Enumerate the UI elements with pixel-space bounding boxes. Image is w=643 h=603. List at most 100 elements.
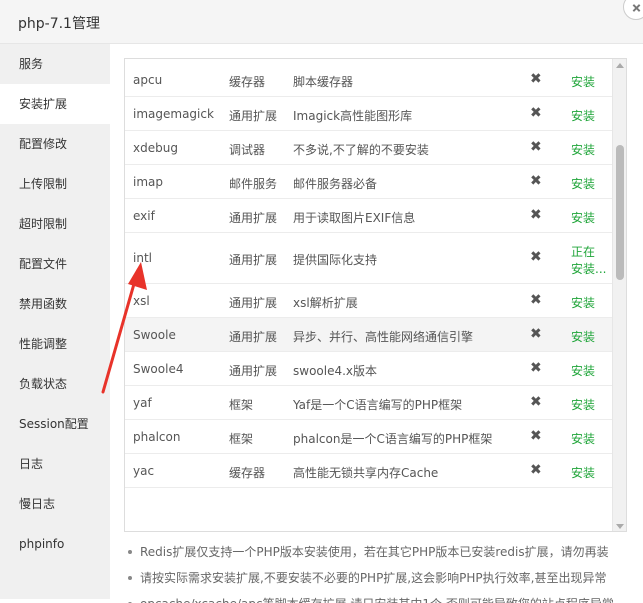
sidebar: 服务 安装扩展 配置修改 上传限制 超时限制 配置文件 禁用函数 性能调整 负载… xyxy=(0,44,110,599)
ext-type: 调试器 xyxy=(229,143,266,157)
title-bar: php-7.1管理 xyxy=(0,0,643,44)
ext-type: 邮件服务 xyxy=(229,177,278,191)
ext-name: yaf xyxy=(133,396,152,410)
ext-type: 通用扩展 xyxy=(229,253,278,267)
table-row: xdebug 调试器 不多说,不了解的不要安装 ✖ 安装 xyxy=(125,131,613,165)
install-button[interactable]: 安装 xyxy=(571,107,595,124)
ext-desc: Imagick高性能图形库 xyxy=(293,109,413,123)
ext-name: apcu xyxy=(133,73,163,87)
ext-desc: 脚本缓存器 xyxy=(293,75,354,89)
note-item: opcache/xcache/apc等脚本缓存扩展,请只安装其中1个,否则可能导… xyxy=(124,592,634,603)
table-row: imagemagick 通用扩展 Imagick高性能图形库 ✖ 安装 xyxy=(125,97,613,131)
table-row: phalcon 框架 phalcon是一个C语言编写的PHP框架 ✖ 安装 xyxy=(125,420,613,454)
install-button[interactable]: 安装 xyxy=(571,328,595,345)
scroll-up-arrow-icon[interactable] xyxy=(616,63,624,68)
note-item: Redis扩展仅支持一个PHP版本安装使用，若在其它PHP版本已安装redis扩… xyxy=(124,540,634,566)
sidebar-item-load-status[interactable]: 负载状态 xyxy=(0,364,110,404)
ext-name: yac xyxy=(133,464,155,478)
table-row: yac 缓存器 高性能无锁共享内存Cache ✖ 安装 xyxy=(125,454,613,488)
sidebar-item-config-edit[interactable]: 配置修改 xyxy=(0,124,110,164)
ext-type: 通用扩展 xyxy=(229,364,278,378)
sidebar-item-timeout-limit[interactable]: 超时限制 xyxy=(0,204,110,244)
table-row: xsl 通用扩展 xsl解析扩展 ✖ 安装 xyxy=(125,284,613,318)
ext-desc: Yaf是一个C语言编写的PHP框架 xyxy=(293,398,463,412)
table-row: Swoole 通用扩展 异步、并行、高性能网络通信引擎 ✖ 安装 xyxy=(125,318,613,352)
installing-status: 正在 xyxy=(571,245,596,259)
scroll-down-arrow-icon[interactable] xyxy=(616,524,624,529)
sidebar-item-services[interactable]: 服务 xyxy=(0,44,110,84)
ext-type: 缓存器 xyxy=(229,466,266,480)
not-installed-icon: ✖ xyxy=(530,428,542,444)
table-row: intl 通用扩展 提供国际化支持 ✖ 正在 安装... xyxy=(125,233,613,284)
ext-desc: 用于读取图片EXIF信息 xyxy=(293,211,416,225)
ext-desc: 邮件服务器必备 xyxy=(293,177,378,191)
ext-desc: 高性能无锁共享内存Cache xyxy=(293,466,439,480)
install-button[interactable]: 安装 xyxy=(571,141,595,158)
table-row: imap 邮件服务 邮件服务器必备 ✖ 安装 xyxy=(125,165,613,199)
ext-type: 框架 xyxy=(229,398,254,412)
not-installed-icon: ✖ xyxy=(530,462,542,478)
install-button[interactable]: 安装 xyxy=(571,396,595,413)
install-button[interactable]: 安装 xyxy=(571,362,595,379)
notes-list: Redis扩展仅支持一个PHP版本安装使用，若在其它PHP版本已安装redis扩… xyxy=(124,540,634,603)
ext-desc: swoole4.x版本 xyxy=(293,364,378,378)
ext-desc: 提供国际化支持 xyxy=(293,253,378,267)
installing-status-line2: 安装... xyxy=(571,262,607,276)
sidebar-item-upload-limit[interactable]: 上传限制 xyxy=(0,164,110,204)
ext-name: phalcon xyxy=(133,430,181,444)
sidebar-item-disabled-functions[interactable]: 禁用函数 xyxy=(0,284,110,324)
scrollbar[interactable] xyxy=(612,59,626,531)
not-installed-icon: ✖ xyxy=(530,292,542,308)
not-installed-icon: ✖ xyxy=(530,207,542,223)
not-installed-icon: ✖ xyxy=(530,249,542,265)
window-title: php-7.1管理 xyxy=(18,16,100,32)
sidebar-item-install-extensions[interactable]: 安装扩展 xyxy=(0,84,110,124)
extensions-table[interactable]: apcu 缓存器 脚本缓存器 ✖ 安装 imagemagick 通用扩展 Ima… xyxy=(124,58,627,532)
ext-desc: phalcon是一个C语言编写的PHP框架 xyxy=(293,432,493,446)
ext-name: imap xyxy=(133,175,163,189)
ext-name: xdebug xyxy=(133,141,178,155)
install-button[interactable]: 安装 xyxy=(571,464,595,481)
sidebar-item-session-config[interactable]: Session配置 xyxy=(0,404,110,444)
not-installed-icon: ✖ xyxy=(530,71,542,87)
install-button[interactable]: 安装 xyxy=(571,209,595,226)
not-installed-icon: ✖ xyxy=(530,105,542,121)
close-icon[interactable] xyxy=(623,0,643,20)
ext-desc: 异步、并行、高性能网络通信引擎 xyxy=(293,330,474,344)
ext-name: xsl xyxy=(133,294,150,308)
install-button[interactable]: 安装 xyxy=(571,73,595,90)
not-installed-icon: ✖ xyxy=(530,360,542,376)
install-button[interactable]: 安装 xyxy=(571,430,595,447)
table-row: yaf 框架 Yaf是一个C语言编写的PHP框架 ✖ 安装 xyxy=(125,386,613,420)
ext-name: Swoole4 xyxy=(133,362,184,376)
ext-name: imagemagick xyxy=(133,107,214,121)
ext-desc: 不多说,不了解的不要安装 xyxy=(293,143,429,157)
ext-name: exif xyxy=(133,209,155,223)
table-row: apcu 缓存器 脚本缓存器 ✖ 安装 xyxy=(125,63,613,97)
sidebar-item-phpinfo[interactable]: phpinfo xyxy=(0,524,110,564)
table-row: exif 通用扩展 用于读取图片EXIF信息 ✖ 安装 xyxy=(125,199,613,233)
not-installed-icon: ✖ xyxy=(530,173,542,189)
table-row: Swoole4 通用扩展 swoole4.x版本 ✖ 安装 xyxy=(125,352,613,386)
sidebar-item-slow-log[interactable]: 慢日志 xyxy=(0,484,110,524)
main-content: apcu 缓存器 脚本缓存器 ✖ 安装 imagemagick 通用扩展 Ima… xyxy=(110,44,643,603)
ext-type: 通用扩展 xyxy=(229,296,278,310)
ext-name: Swoole xyxy=(133,328,176,342)
scroll-thumb[interactable] xyxy=(616,145,624,280)
ext-desc: xsl解析扩展 xyxy=(293,296,358,310)
sidebar-item-config-file[interactable]: 配置文件 xyxy=(0,244,110,284)
ext-type: 缓存器 xyxy=(229,75,266,89)
ext-type: 通用扩展 xyxy=(229,330,278,344)
not-installed-icon: ✖ xyxy=(530,139,542,155)
not-installed-icon: ✖ xyxy=(530,326,542,342)
ext-type: 框架 xyxy=(229,432,254,446)
install-button[interactable]: 安装 xyxy=(571,294,595,311)
note-item: 请按实际需求安装扩展,不要安装不必要的PHP扩展,这会影响PHP执行效率,甚至出… xyxy=(124,566,634,592)
sidebar-item-performance-tuning[interactable]: 性能调整 xyxy=(0,324,110,364)
ext-type: 通用扩展 xyxy=(229,109,278,123)
not-installed-icon: ✖ xyxy=(530,394,542,410)
ext-type: 通用扩展 xyxy=(229,211,278,225)
ext-name: intl xyxy=(133,251,152,265)
install-button[interactable]: 安装 xyxy=(571,175,595,192)
sidebar-item-log[interactable]: 日志 xyxy=(0,444,110,484)
